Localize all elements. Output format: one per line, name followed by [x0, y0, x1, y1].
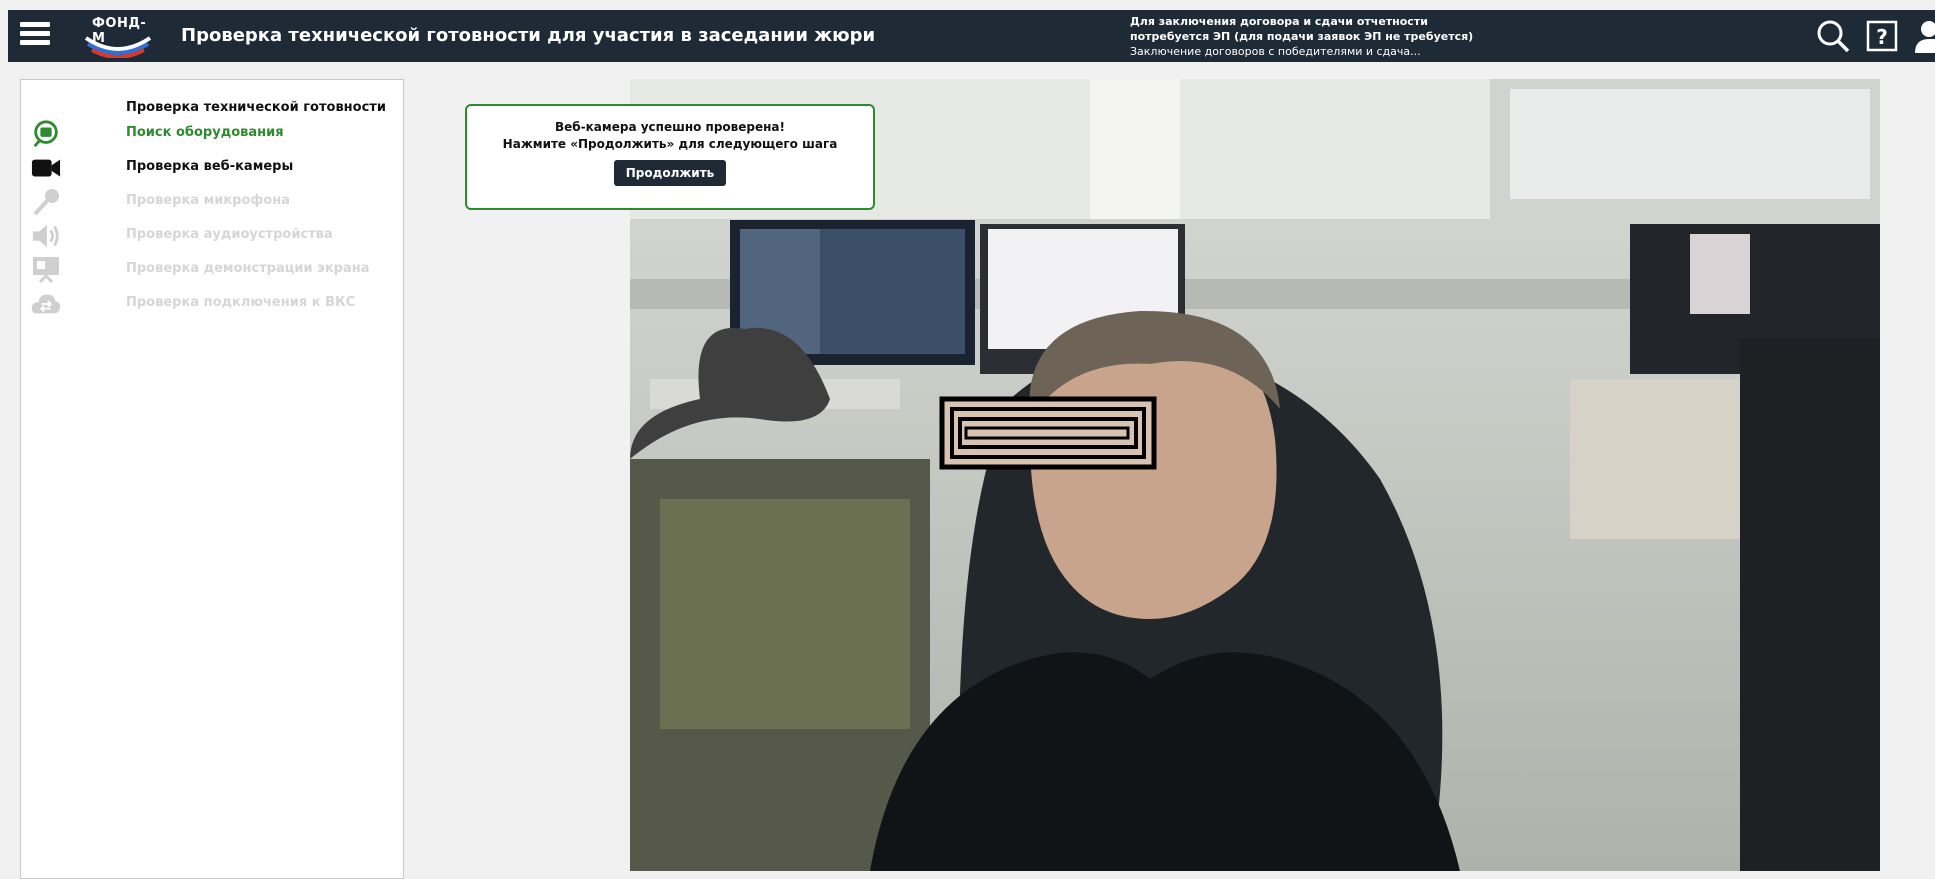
step-webcam[interactable]: Проверка веб-камеры: [21, 151, 404, 185]
camera-icon: [31, 153, 61, 183]
sidebar: Проверка технической готовности Поиск об…: [20, 79, 404, 879]
header-notice[interactable]: Для заключения договора и сдачи отчетнос…: [1130, 14, 1473, 59]
sidebar-heading: Проверка технической готовности: [126, 100, 386, 115]
cloud-connection-icon: [31, 289, 61, 319]
speaker-icon: [31, 221, 61, 251]
dialog-title: Веб-камера успешно проверена!: [555, 120, 785, 134]
page-title: Проверка технической готовности для учас…: [181, 25, 876, 46]
webcam-success-dialog: Веб-камера успешно проверена! Нажмите «П…: [465, 104, 875, 210]
logo[interactable]: ФОНД-М: [82, 16, 154, 59]
continue-button[interactable]: Продолжить: [613, 160, 727, 186]
top-bar: ФОНД-М Проверка технической готовности д…: [8, 10, 1935, 62]
step-equipment-search[interactable]: Поиск оборудования: [21, 117, 404, 151]
step-microphone[interactable]: Проверка микрофона: [21, 185, 404, 219]
step-audio-device[interactable]: Проверка аудиоустройства: [21, 219, 404, 253]
microphone-icon: [31, 187, 61, 217]
menu-icon[interactable]: [20, 22, 50, 50]
svg-text:?: ?: [1876, 25, 1888, 49]
search-chat-icon: [31, 119, 61, 149]
step-vks-connection[interactable]: Проверка подключения к ВКС: [21, 287, 404, 321]
help-icon[interactable]: ?: [1865, 19, 1899, 53]
screen-share-icon: [31, 255, 61, 285]
step-screen-share[interactable]: Проверка демонстрации экрана: [21, 253, 404, 287]
face-redaction-box: [939, 396, 1157, 470]
search-icon[interactable]: [1815, 19, 1851, 53]
header-actions: ?: [1801, 18, 1935, 54]
user-icon[interactable]: [1913, 19, 1935, 53]
dialog-message: Нажмите «Продолжить» для следующего шага: [502, 137, 838, 151]
